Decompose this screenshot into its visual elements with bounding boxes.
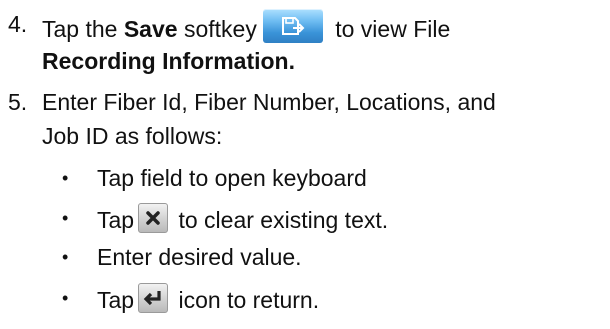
bullet-3-glyph: • (62, 247, 69, 267)
bullet-3-text: Enter desired value. (97, 244, 302, 270)
bullet-2-post: to clear existing text. (172, 207, 389, 233)
step-4-save-word: Save (123, 16, 178, 42)
step-4-number: 4. (8, 11, 28, 37)
instruction-document: 4. Tap the Save softkey to view File Rec… (0, 0, 610, 329)
step-4-pre: Tap the (42, 16, 124, 42)
step-4-mid: softkey (177, 16, 257, 42)
bullet-4-post: icon to return. (172, 287, 320, 313)
save-softkey-icon (262, 9, 323, 43)
step-4-recording-information: Recording Information. (42, 48, 295, 74)
bullet-2-line: Tap to clear existing text. (97, 203, 388, 235)
bullet-4-line: Tap icon to return. (97, 283, 319, 315)
step-4-line-2: Recording Information. (42, 46, 295, 76)
step-4-line-1: Tap the Save softkey to view File (42, 9, 450, 44)
bullet-2-glyph: • (62, 208, 69, 228)
clear-x-icon (138, 203, 169, 233)
step-4-post: to view File (328, 16, 451, 42)
bullet-2-pre: Tap (97, 207, 135, 233)
bullet-1-text: Tap field to open keyboard (97, 165, 367, 191)
step-5-line-1: Enter Fiber Id, Fiber Number, Locations,… (42, 89, 496, 115)
step-5-number: 5. (8, 89, 28, 115)
bullet-4-glyph: • (62, 288, 69, 308)
step-5-line-2: Job ID as follows: (42, 123, 223, 149)
return-arrow-icon (138, 283, 169, 313)
bullet-1-glyph: • (62, 168, 69, 188)
bullet-4-pre: Tap (97, 287, 135, 313)
